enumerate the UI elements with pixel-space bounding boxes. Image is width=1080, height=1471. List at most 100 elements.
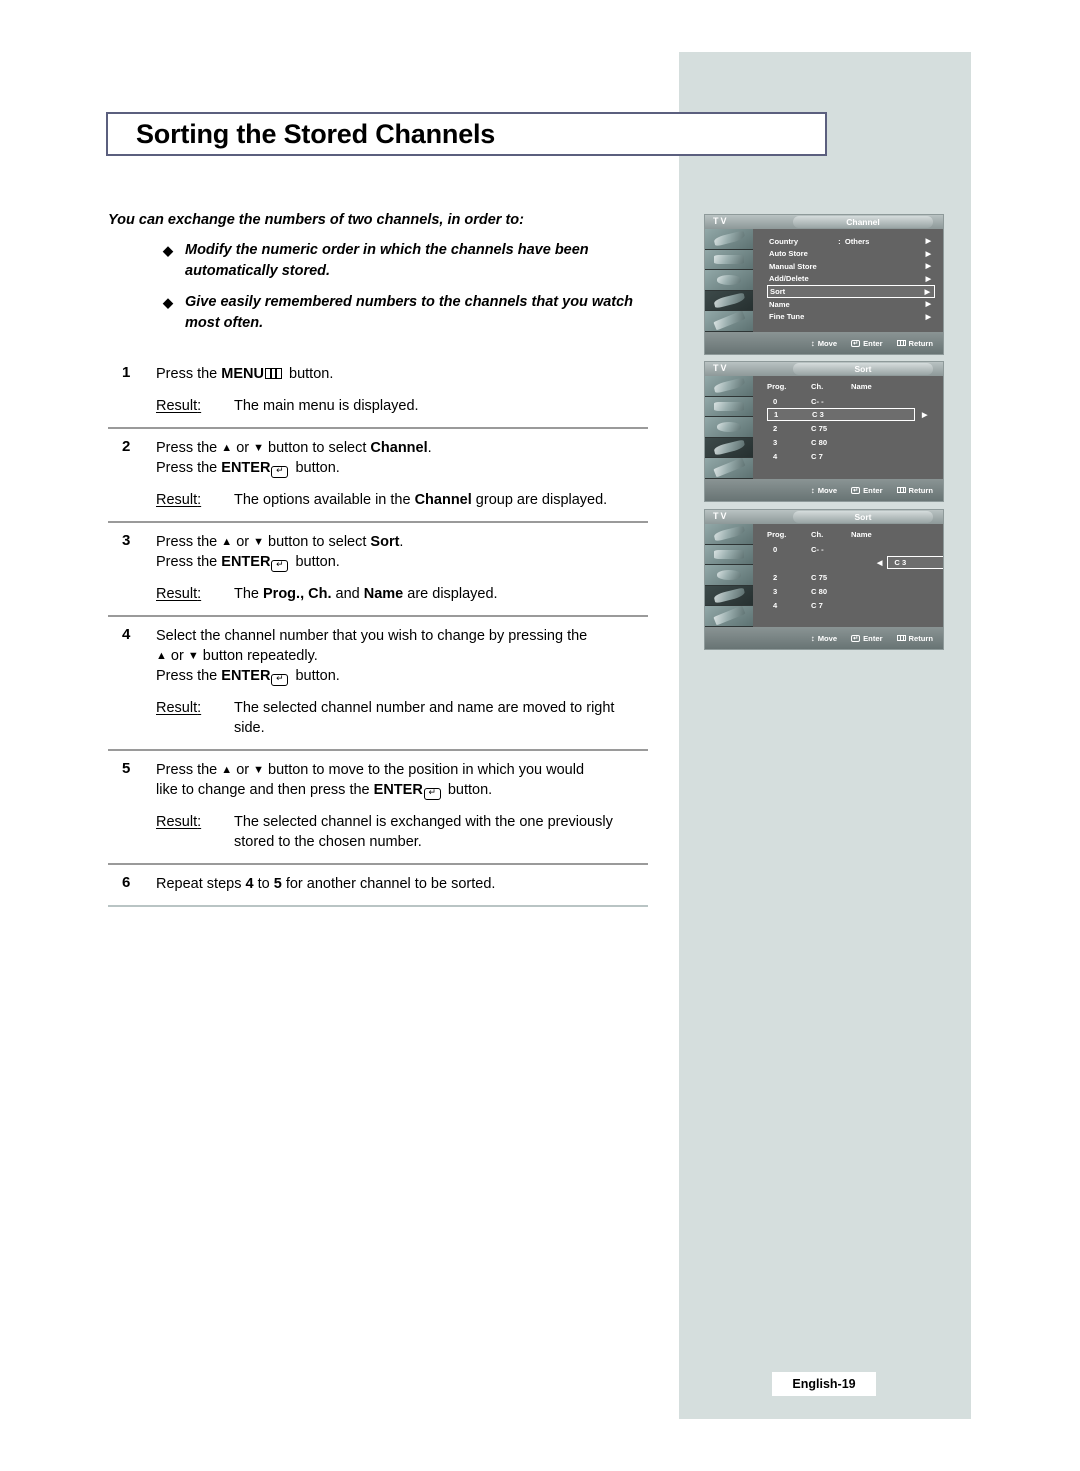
updown-arrow-icon: ↕ bbox=[810, 485, 815, 495]
table-row[interactable]: 3 C 80 bbox=[767, 435, 935, 449]
osd-footer-move[interactable]: ↕ Move bbox=[811, 339, 837, 348]
step-text-part: button. bbox=[284, 366, 334, 382]
chevron-right-icon: ▶ bbox=[925, 301, 931, 309]
step-text-part: button to select bbox=[264, 534, 371, 550]
osd-footer-label: Move bbox=[817, 338, 838, 348]
osd-menu-item-fine-tune[interactable]: Fine Tune ▶ bbox=[767, 311, 935, 324]
moved-channel-group: ◀ C 3 bbox=[877, 556, 943, 569]
chevron-right-icon: ▶ bbox=[925, 275, 931, 283]
step-number: 6 bbox=[122, 874, 131, 891]
result-label: Result: bbox=[156, 492, 202, 508]
input-plug-icon bbox=[705, 524, 753, 545]
table-row[interactable]: 0 C- - bbox=[767, 542, 935, 556]
step-text-part: or bbox=[232, 762, 254, 778]
osd-menu-item-auto-store[interactable]: Auto Store ▶ bbox=[767, 248, 935, 261]
moved-channel-box[interactable]: C 3 bbox=[887, 556, 943, 569]
arrow-down-icon: ▼ bbox=[253, 536, 265, 548]
step-1: 1 Press the MENU button. Result: The mai… bbox=[108, 355, 648, 427]
osd-footer-enter[interactable]: ↵ Enter bbox=[851, 634, 883, 643]
osd-footer-label: Return bbox=[908, 338, 933, 348]
column-header-prog: Prog. bbox=[767, 382, 787, 391]
step-6: 6 Repeat steps 4 to 5 for another channe… bbox=[108, 863, 648, 905]
table-row[interactable]: 2 C 75 bbox=[767, 421, 935, 435]
step-text-part: . bbox=[399, 534, 404, 550]
osd-footer-return[interactable]: Return bbox=[896, 634, 933, 643]
intro-lead: You can exchange the numbers of two chan… bbox=[108, 212, 524, 228]
osd-menu-item-name[interactable]: Name ▶ bbox=[767, 298, 935, 311]
table-row[interactable]: 4 C 7 bbox=[767, 449, 935, 463]
osd-footer-enter[interactable]: ↵ Enter bbox=[851, 339, 883, 348]
diamond-bullet-icon: ◆ bbox=[163, 295, 173, 310]
chevron-right-icon: ▶ bbox=[925, 238, 931, 246]
osd-item-label: Fine Tune bbox=[769, 312, 805, 322]
result-text: The main menu is displayed. bbox=[234, 398, 419, 414]
osd-footer-label: Return bbox=[908, 485, 933, 495]
step-text-part: or bbox=[232, 534, 254, 550]
cell-ch: C- - bbox=[811, 396, 824, 406]
table-row[interactable]: 0 C- - bbox=[767, 394, 935, 408]
osd-menu-item-sort[interactable]: Sort ▶ bbox=[767, 285, 935, 298]
step-text-part: Press the bbox=[156, 554, 222, 570]
cell-ch: C 3 bbox=[812, 410, 824, 419]
speaker-icon bbox=[705, 565, 753, 586]
menu-icon bbox=[896, 486, 906, 494]
osd-item-value: : Others bbox=[838, 236, 870, 246]
table-row[interactable]: 1 C 3 ▶ bbox=[767, 408, 927, 421]
intro-bullet-text: Modify the numeric order in which the ch… bbox=[185, 242, 589, 279]
page-title: Sorting the Stored Channels bbox=[136, 118, 496, 149]
osd-sort-table: Prog. Ch. Name 0 C- - 1 C 3 ▶ 2 C 75 3 C… bbox=[753, 376, 943, 479]
osd-menu-item-add-delete[interactable]: Add/Delete ▶ bbox=[767, 273, 935, 286]
table-row[interactable]: 2 C 75 bbox=[767, 570, 935, 584]
step-2: 2 Press the ▲ or ▼ button to select Chan… bbox=[108, 427, 648, 521]
osd-menu-item-country[interactable]: Country : Others ▶ bbox=[767, 235, 935, 248]
osd-footer-move[interactable]: ↕ Move bbox=[811, 634, 837, 643]
osd-body: Country : Others ▶ Auto Store ▶ Manual S… bbox=[705, 229, 943, 332]
column-header-name: Name bbox=[851, 530, 872, 539]
step-text-part: Press the bbox=[156, 668, 222, 684]
osd-footer-enter[interactable]: ↵ Enter bbox=[851, 486, 883, 495]
step-text: Press the ▲ or ▼ button to select Sort. … bbox=[156, 532, 648, 572]
updown-arrow-icon: ↕ bbox=[810, 338, 815, 348]
step-text-part: . bbox=[427, 440, 432, 456]
osd-footer-return[interactable]: Return bbox=[896, 338, 933, 348]
osd-icon-column bbox=[705, 376, 753, 479]
enter-button-icon: ↵ bbox=[271, 465, 289, 478]
step-text-part: Select the channel number that you wish … bbox=[156, 628, 588, 644]
step-ref-5: 5 bbox=[273, 876, 282, 892]
intro-bullet-text: Give easily remembered numbers to the ch… bbox=[185, 294, 634, 331]
osd-screenshot-sort-list: TV Sort Prog. Ch. Name 0 C- - 1 C 3 ▶ 2 … bbox=[704, 361, 944, 502]
picture-tube-icon bbox=[705, 249, 753, 271]
step-text-part: Press the bbox=[156, 762, 222, 778]
table-row[interactable]: 4 C 7 bbox=[767, 598, 935, 612]
osd-footer-return[interactable]: Return bbox=[896, 485, 933, 495]
menu-keyword: MENU bbox=[221, 366, 264, 382]
arrow-up-icon: ▲ bbox=[221, 764, 233, 776]
arrow-down-icon: ▼ bbox=[253, 442, 265, 454]
step-text-part: for another channel to be sorted. bbox=[281, 876, 496, 892]
result-label: Result: bbox=[156, 586, 202, 602]
table-header-row: Prog. Ch. Name bbox=[767, 382, 935, 391]
cell-prog: 0 bbox=[773, 396, 778, 406]
osd-menu-item-manual-store[interactable]: Manual Store ▶ bbox=[767, 260, 935, 273]
column-header-ch: Ch. bbox=[811, 530, 824, 539]
osd-tv-label: TV bbox=[713, 511, 729, 521]
osd-footer-bar: ↕ Move ↵ Enter Return bbox=[705, 479, 943, 501]
setup-cards-icon bbox=[705, 311, 753, 332]
enter-button-icon: ↵ bbox=[271, 559, 289, 572]
table-row[interactable]: 3 C 80 bbox=[767, 584, 935, 598]
result-label: Result: bbox=[156, 700, 202, 716]
osd-icon-column bbox=[705, 524, 753, 627]
osd-item-label: Country bbox=[769, 236, 799, 246]
step-number: 5 bbox=[122, 760, 131, 777]
step-number: 3 bbox=[122, 532, 131, 549]
speaker-icon bbox=[705, 417, 753, 438]
picture-tube-icon bbox=[705, 544, 753, 566]
cell-prog: 0 bbox=[773, 544, 778, 554]
updown-arrow-icon: ↕ bbox=[810, 633, 815, 643]
osd-footer-move[interactable]: ↕ Move bbox=[811, 486, 837, 495]
table-row-moved[interactable]: ◀ C 3 bbox=[767, 556, 943, 570]
osd-header: TV Sort bbox=[705, 362, 943, 376]
enter-button-icon: ↵ bbox=[423, 787, 441, 800]
step-text-part: button. bbox=[291, 554, 340, 570]
arrow-down-icon: ▼ bbox=[253, 764, 265, 776]
